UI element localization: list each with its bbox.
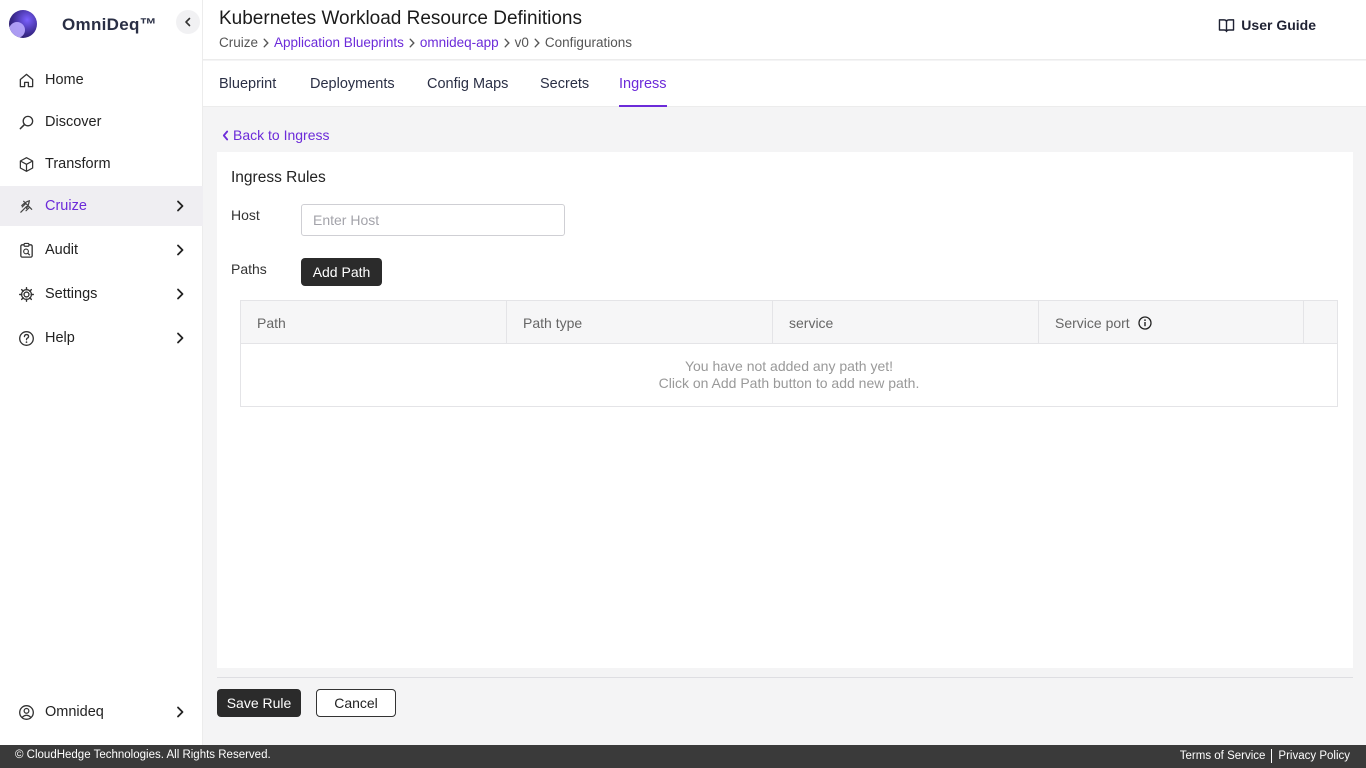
home-icon <box>17 71 35 89</box>
footer: © CloudHedge Technologies. All Rights Re… <box>0 745 1366 768</box>
chevron-left-icon <box>185 17 191 27</box>
sidebar-item-settings[interactable]: Settings <box>0 274 203 314</box>
copyright-text: © CloudHedge Technologies. All Rights Re… <box>15 749 271 761</box>
back-to-ingress-link[interactable]: Back to Ingress <box>222 127 330 143</box>
page-title: Kubernetes Workload Resource Definitions <box>219 8 582 29</box>
sidebar-item-label: Transform <box>45 156 111 172</box>
tab-secrets[interactable]: Secrets <box>540 76 589 107</box>
chevron-right-icon <box>174 331 186 345</box>
breadcrumb-item-omnideq-app[interactable]: omnideq-app <box>420 35 499 50</box>
table-header: Path Path type service Service port <box>241 301 1337 344</box>
chevron-left-icon <box>222 130 229 141</box>
cancel-button[interactable]: Cancel <box>316 689 396 717</box>
clipboard-icon <box>17 241 35 259</box>
column-header-label: Path type <box>523 314 583 331</box>
column-header-path: Path <box>241 301 507 344</box>
info-icon[interactable] <box>1138 315 1152 330</box>
add-path-button[interactable]: Add Path <box>301 258 382 286</box>
sidebar-item-label: Discover <box>45 114 102 130</box>
sidebar-item-audit[interactable]: Audit <box>0 230 203 270</box>
collapse-sidebar-button[interactable] <box>176 10 200 34</box>
sidebar-item-discover[interactable]: Discover <box>0 102 203 142</box>
sidebar-item-cruize[interactable]: Cruize <box>0 186 203 226</box>
sidebar-item-label: Audit <box>45 242 79 258</box>
terms-of-service-link[interactable]: Terms of Service <box>1180 750 1266 762</box>
column-header-actions <box>1304 301 1337 344</box>
user-icon <box>17 703 35 721</box>
user-guide-link[interactable]: User Guide <box>1218 17 1316 33</box>
back-link-label: Back to Ingress <box>233 127 330 143</box>
tab-config-maps[interactable]: Config Maps <box>427 76 508 107</box>
column-header-service: service <box>773 301 1039 344</box>
sidebar: OmniDeq™ Home Discover Transform Cruize <box>0 0 203 745</box>
user-guide-label: User Guide <box>1241 17 1316 33</box>
book-icon <box>1218 18 1235 33</box>
tab-deployments[interactable]: Deployments <box>310 76 395 107</box>
breadcrumb: Cruize Application Blueprints omnideq-ap… <box>219 35 632 50</box>
tab-blueprint[interactable]: Blueprint <box>219 76 276 107</box>
column-header-label: service <box>789 314 834 331</box>
chevron-right-icon <box>174 287 186 301</box>
privacy-policy-link[interactable]: Privacy Policy <box>1278 750 1350 762</box>
host-input[interactable] <box>301 204 565 236</box>
omnideq-logo-icon <box>9 10 37 38</box>
sidebar-item-label: Help <box>45 330 75 346</box>
empty-state: You have not added any path yet! Click o… <box>241 358 1337 392</box>
host-label: Host <box>231 207 260 223</box>
sidebar-item-label: Settings <box>45 286 98 302</box>
brand: OmniDeq™ <box>0 0 203 50</box>
ingress-rules-card: Ingress Rules Host Paths Add Path Path P… <box>217 152 1353 668</box>
save-rule-button[interactable]: Save Rule <box>217 689 301 717</box>
empty-state-line: Click on Add Path button to add new path… <box>658 375 920 391</box>
section-title: Ingress Rules <box>231 169 326 186</box>
paths-label: Paths <box>231 261 267 277</box>
column-header-label: Service port <box>1055 314 1130 331</box>
gear-icon <box>17 285 35 303</box>
footer-links: Terms of Service Privacy Policy <box>1180 749 1350 763</box>
tab-ingress[interactable]: Ingress <box>619 76 667 107</box>
breadcrumb-item-configurations: Configurations <box>544 35 632 50</box>
sidebar-user-menu[interactable]: Omnideq <box>0 692 203 732</box>
sidebar-item-transform[interactable]: Transform <box>0 144 203 184</box>
chevron-right-icon <box>404 38 420 48</box>
chevron-right-icon <box>529 38 545 48</box>
paths-table: Path Path type service Service port You … <box>240 300 1338 407</box>
chevron-right-icon <box>174 705 186 719</box>
sidebar-user-label: Omnideq <box>45 704 104 720</box>
chevron-right-icon <box>258 38 274 48</box>
brand-name: OmniDeq™ <box>62 15 157 34</box>
empty-state-line: You have not added any path yet! <box>684 358 894 374</box>
sidebar-item-label: Home <box>45 72 84 88</box>
discover-icon <box>17 113 35 131</box>
cube-icon <box>17 155 35 173</box>
sidebar-item-home[interactable]: Home <box>0 60 203 100</box>
breadcrumb-item-application-blueprints[interactable]: Application Blueprints <box>274 35 404 50</box>
chevron-right-icon <box>499 38 515 48</box>
sidebar-item-label: Cruize <box>45 198 87 214</box>
help-icon <box>17 329 35 347</box>
footer-divider <box>1271 749 1273 763</box>
column-header-path-type: Path type <box>507 301 773 344</box>
breadcrumb-item-version[interactable]: v0 <box>515 35 529 50</box>
divider <box>217 677 1353 678</box>
breadcrumb-item-cruize[interactable]: Cruize <box>219 35 258 50</box>
page-header: Kubernetes Workload Resource Definitions… <box>203 0 1366 60</box>
config-tabs: Blueprint Deployments Config Maps Secret… <box>203 61 1366 107</box>
column-header-service-port: Service port <box>1039 301 1304 344</box>
sidebar-item-help[interactable]: Help <box>0 318 203 358</box>
chevron-right-icon <box>174 199 186 213</box>
chevron-right-icon <box>174 243 186 257</box>
cruize-icon <box>17 197 35 215</box>
column-header-label: Path <box>257 314 286 331</box>
